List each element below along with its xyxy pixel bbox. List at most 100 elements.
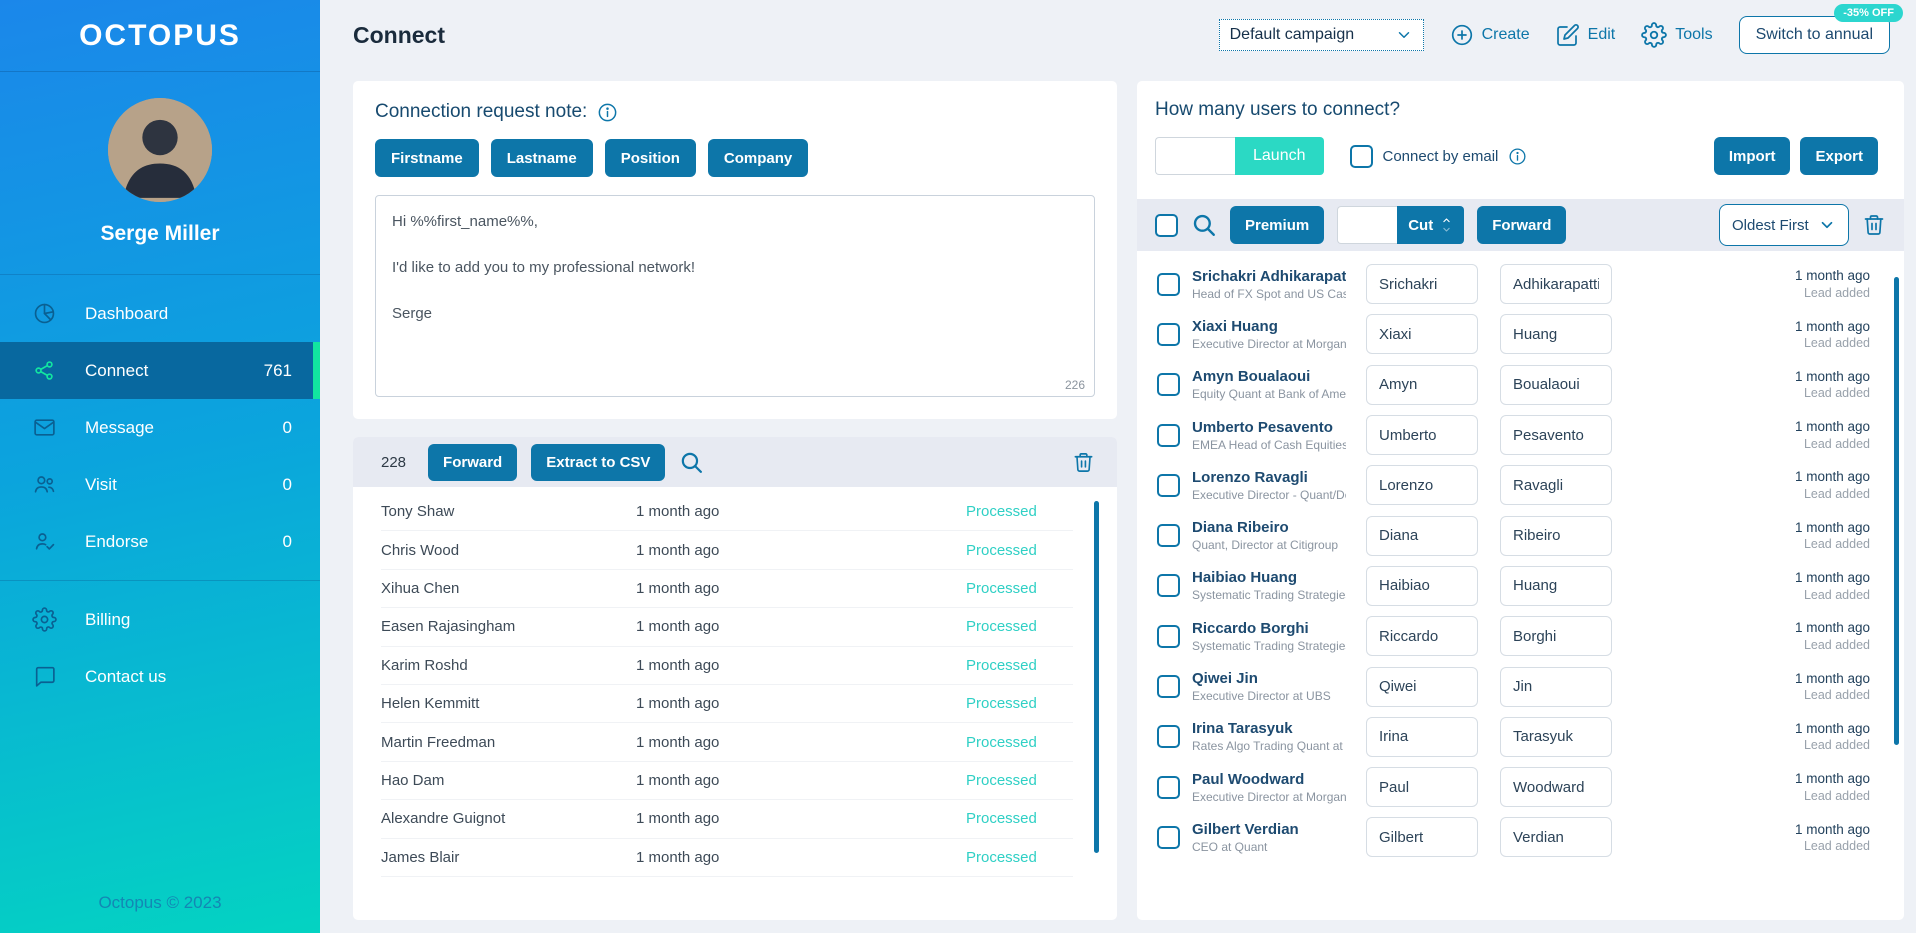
lead-subtitle: Systematic Trading Strategies at G... xyxy=(1192,588,1346,603)
lead-name: Paul Woodward xyxy=(1192,770,1305,788)
processed-row[interactable]: Martin Freedman 1 month ago Processed xyxy=(381,723,1073,762)
lead-lastname-input[interactable] xyxy=(1500,465,1612,506)
token-button[interactable]: Company xyxy=(707,139,809,177)
forward-button[interactable]: Forward xyxy=(428,443,518,481)
note-textarea[interactable]: Hi %%first_name%%, I'd like to add you t… xyxy=(375,195,1095,397)
lead-lastname-input[interactable] xyxy=(1500,314,1612,355)
sidebar-item[interactable]: Connect 761 xyxy=(0,342,320,399)
lead-firstname-input[interactable] xyxy=(1366,465,1478,506)
lead-lastname-input[interactable] xyxy=(1500,817,1612,858)
lead-lastname-input[interactable] xyxy=(1500,565,1612,606)
switch-to-annual-button[interactable]: Switch to annual -35% OFF xyxy=(1738,4,1903,54)
processed-status: Processed xyxy=(966,656,1037,674)
lead-checkbox[interactable] xyxy=(1157,322,1180,346)
token-button[interactable]: Firstname xyxy=(375,139,479,177)
lead-checkbox[interactable] xyxy=(1157,524,1180,548)
lead-firstname-input[interactable] xyxy=(1366,716,1478,757)
lead-lastname-input[interactable] xyxy=(1500,666,1612,707)
lead-checkbox[interactable] xyxy=(1157,675,1180,699)
leads-toolbar: Premium Cut Forward Oldest First xyxy=(1137,199,1904,251)
lead-firstname-input[interactable] xyxy=(1366,616,1478,657)
lead-checkbox[interactable] xyxy=(1157,423,1180,447)
edit-label: Edit xyxy=(1587,26,1616,43)
sidebar-item[interactable]: Visit 0 xyxy=(0,456,320,513)
export-button[interactable]: Export xyxy=(1800,137,1878,175)
cut-stepper[interactable] xyxy=(1440,216,1453,234)
sidebar-item[interactable]: Endorse 0 xyxy=(0,513,320,570)
lead-checkbox[interactable] xyxy=(1157,775,1180,799)
processed-row[interactable]: Tony Shaw 1 month ago Processed xyxy=(381,493,1073,532)
lead-lastname-input[interactable] xyxy=(1500,415,1612,456)
select-all-checkbox[interactable] xyxy=(1155,213,1178,237)
sidebar-item[interactable]: Billing xyxy=(0,591,320,648)
lead-firstname-input[interactable] xyxy=(1366,817,1478,858)
users-count-input[interactable] xyxy=(1155,137,1235,175)
processed-row[interactable]: James Blair 1 month ago Processed xyxy=(381,839,1073,877)
lead-firstname-input[interactable] xyxy=(1366,666,1478,707)
campaign-select[interactable]: Default campaign xyxy=(1218,19,1424,51)
edit-button[interactable]: Edit xyxy=(1556,23,1616,47)
premium-button[interactable]: Premium xyxy=(1230,206,1325,244)
create-button[interactable]: Create xyxy=(1450,23,1530,47)
tools-button[interactable]: Tools xyxy=(1641,22,1713,48)
connect-by-email-checkbox[interactable] xyxy=(1349,144,1373,168)
launch-button[interactable]: Launch xyxy=(1235,137,1324,175)
lead-firstname-input[interactable] xyxy=(1366,767,1478,808)
edit-pencil-icon xyxy=(1556,23,1580,47)
lead-name: Haibiao Huang xyxy=(1192,569,1298,587)
lead-firstname-input[interactable] xyxy=(1366,364,1478,405)
info-icon[interactable] xyxy=(597,102,618,123)
lead-checkbox[interactable] xyxy=(1157,725,1180,749)
lead-checkbox[interactable] xyxy=(1157,473,1180,497)
processed-row[interactable]: Hao Dam 1 month ago Processed xyxy=(381,762,1073,801)
delete-processed-button[interactable] xyxy=(1072,451,1095,474)
processed-row[interactable]: Chris Wood 1 month ago Processed xyxy=(381,531,1073,570)
lead-firstname-input[interactable] xyxy=(1366,314,1478,355)
info-icon[interactable] xyxy=(1508,147,1527,166)
token-button[interactable]: Position xyxy=(604,139,696,177)
processed-row[interactable]: Alexandre Guignot 1 month ago Processed xyxy=(381,800,1073,839)
sidebar-item[interactable]: Dashboard xyxy=(0,285,320,342)
processed-row[interactable]: Xihua Chen 1 month ago Processed xyxy=(381,570,1073,609)
lead-checkbox[interactable] xyxy=(1157,272,1180,296)
import-button[interactable]: Import xyxy=(1713,137,1791,175)
extract-to-csv-button[interactable]: Extract to CSV xyxy=(531,443,666,481)
cut-count-input[interactable] xyxy=(1337,206,1398,244)
lead-firstname-input[interactable] xyxy=(1366,415,1478,456)
sort-select[interactable]: Oldest First xyxy=(1719,204,1849,246)
token-button[interactable]: Lastname xyxy=(490,139,593,177)
sidebar-item-label: Message xyxy=(85,417,154,437)
chevron-down-icon xyxy=(1443,227,1450,232)
lead-lastname-input[interactable] xyxy=(1500,264,1612,305)
delete-leads-button[interactable] xyxy=(1862,213,1886,237)
dashboard-icon xyxy=(32,301,57,326)
processed-scrollbar[interactable] xyxy=(1094,501,1099,853)
sidebar-item[interactable]: Contact us xyxy=(0,648,320,705)
lead-subtitle: Head of FX Spot and US Cash Equ... xyxy=(1192,286,1346,301)
lead-lastname-input[interactable] xyxy=(1500,616,1612,657)
search-processed-button[interactable] xyxy=(679,450,704,475)
lead-lastname-input[interactable] xyxy=(1500,364,1612,405)
processed-row[interactable]: Easen Rajasingham 1 month ago Processed xyxy=(381,608,1073,647)
sidebar-item[interactable]: Message 0 xyxy=(0,399,320,456)
lead-checkbox[interactable] xyxy=(1157,373,1180,397)
lead-checkbox[interactable] xyxy=(1157,624,1180,648)
forward-leads-button[interactable]: Forward xyxy=(1477,206,1567,244)
lead-lastname-input[interactable] xyxy=(1500,767,1612,808)
processed-row[interactable]: Karim Roshd 1 month ago Processed xyxy=(381,647,1073,685)
lead-firstname-input[interactable] xyxy=(1366,515,1478,556)
lead-lastname-input[interactable] xyxy=(1500,515,1612,556)
sidebar-item-label: Dashboard xyxy=(85,303,169,323)
octopus-logo: OCTOPUS xyxy=(79,18,241,52)
lead-checkbox[interactable] xyxy=(1157,825,1180,849)
lead-row: Amyn Boualaoui Equity Quant at Bank of A… xyxy=(1137,360,1904,410)
processed-row[interactable]: Helen Kemmitt 1 month ago Processed xyxy=(381,685,1073,724)
lead-lastname-input[interactable] xyxy=(1500,716,1612,757)
leads-scrollbar[interactable] xyxy=(1894,277,1899,745)
processed-time: 1 month ago xyxy=(636,733,720,751)
cut-button[interactable]: Cut xyxy=(1397,206,1465,244)
search-leads-button[interactable] xyxy=(1191,212,1217,238)
lead-firstname-input[interactable] xyxy=(1366,264,1478,305)
lead-firstname-input[interactable] xyxy=(1366,565,1478,606)
lead-checkbox[interactable] xyxy=(1157,574,1180,598)
